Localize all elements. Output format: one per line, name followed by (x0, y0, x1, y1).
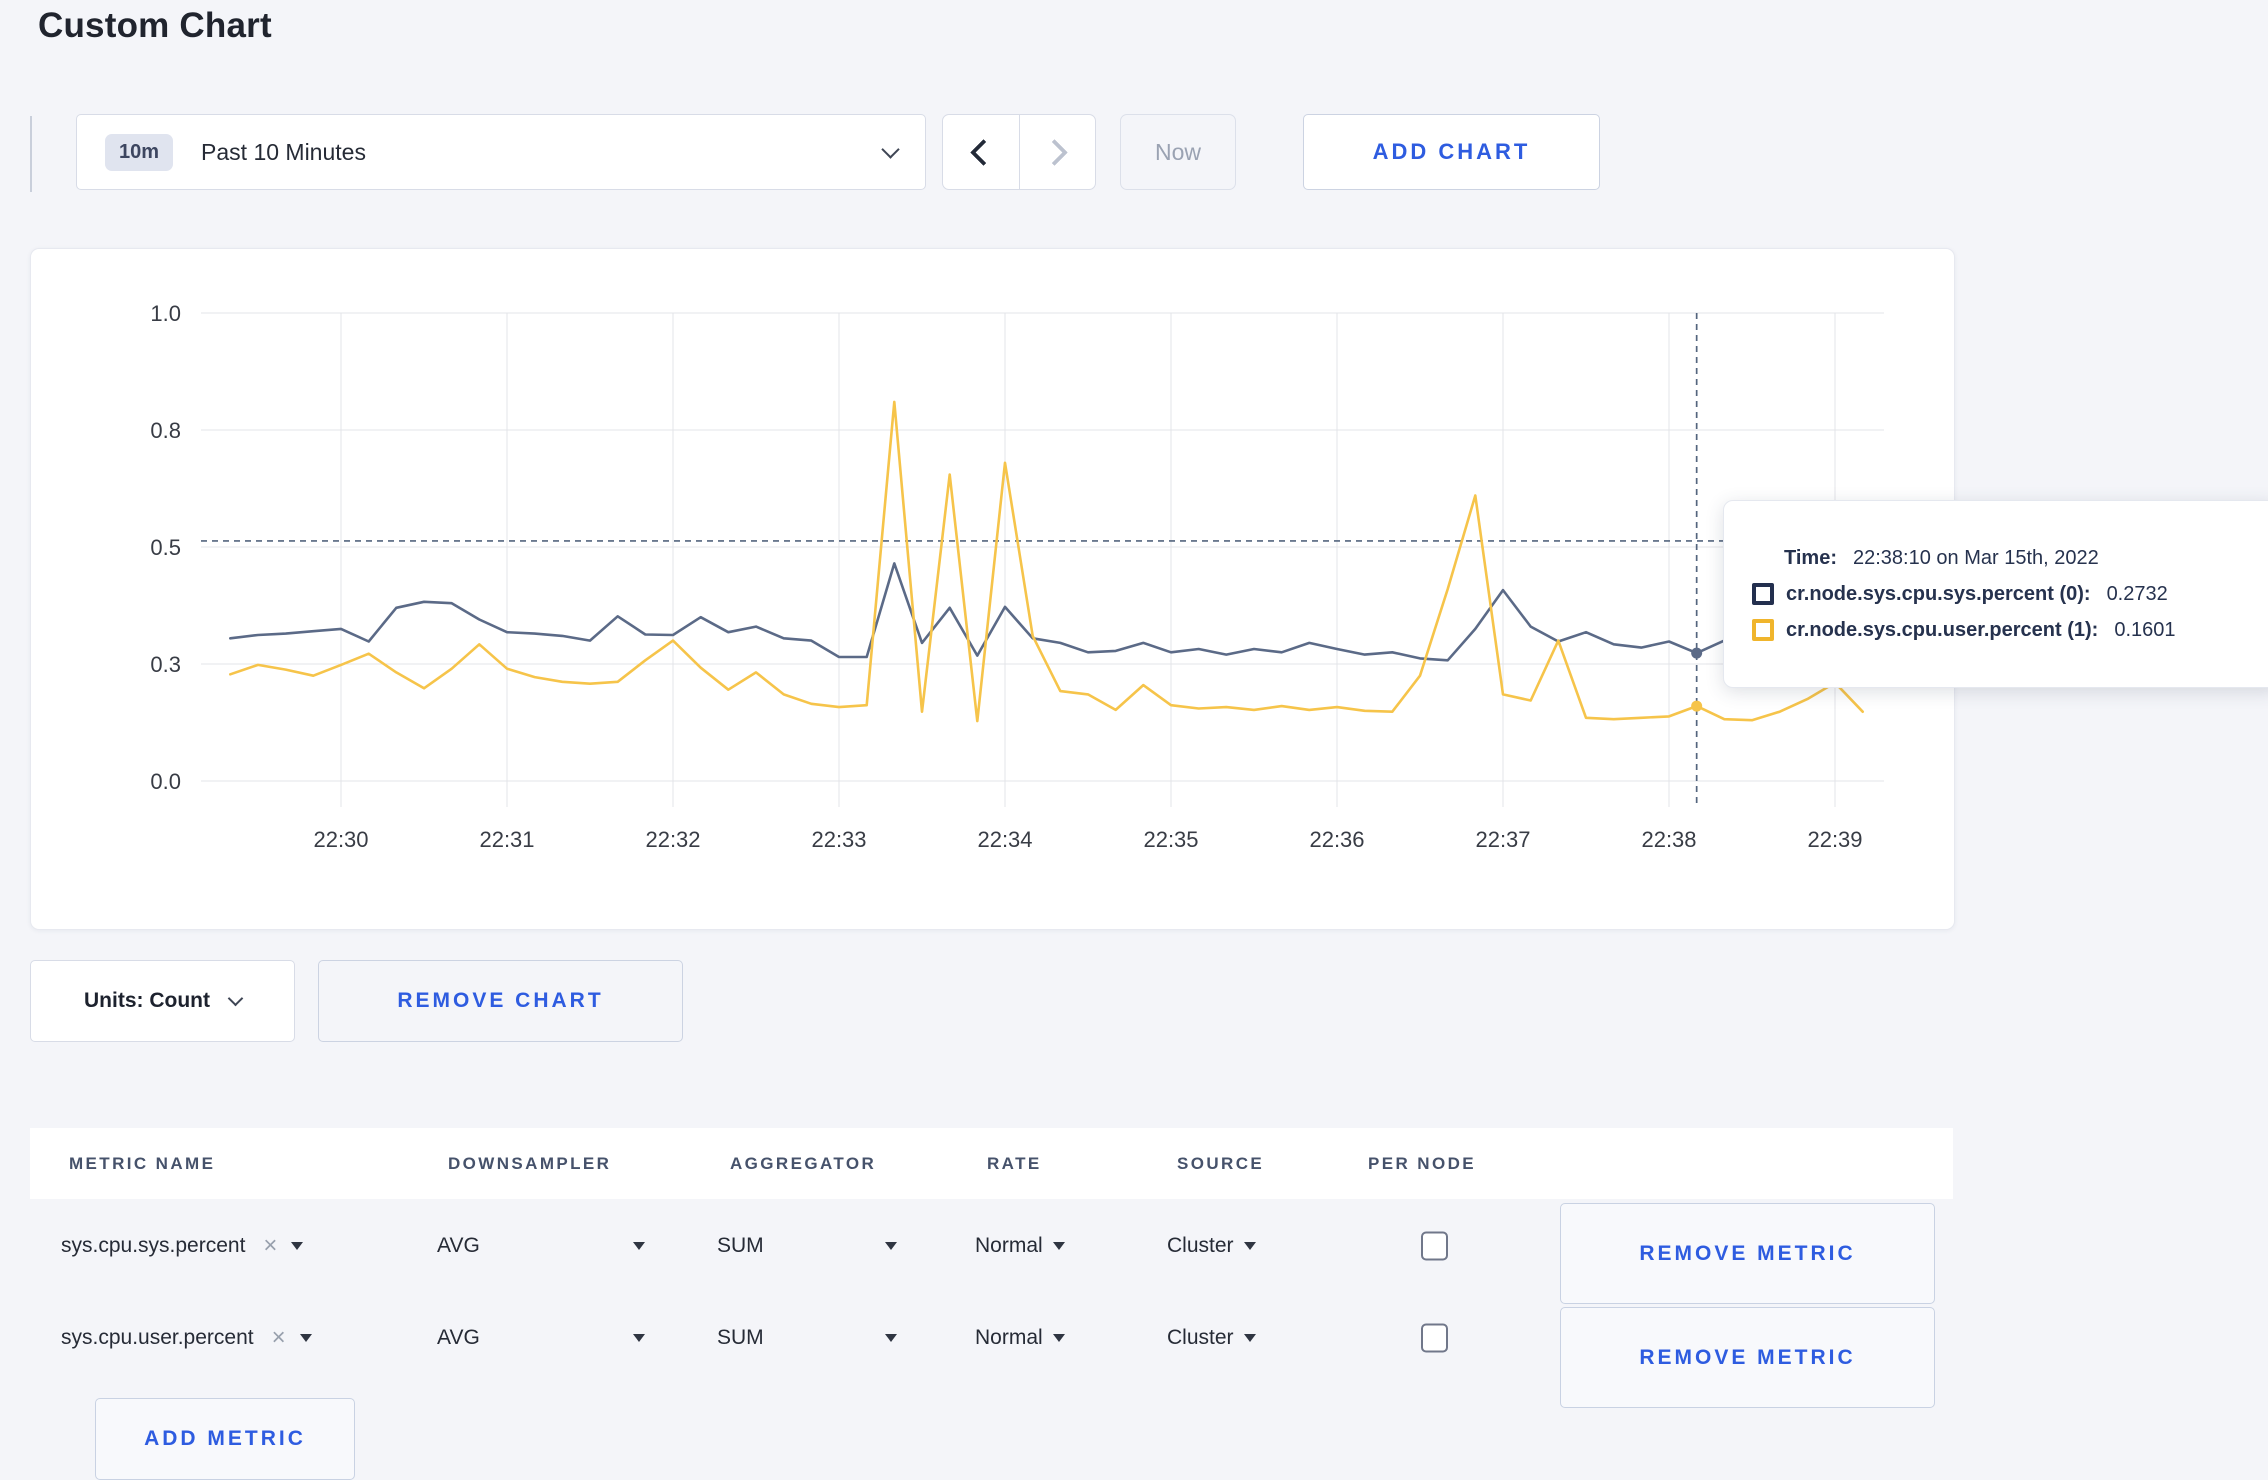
source-value: Cluster (1167, 1234, 1234, 1257)
caret-down-icon (1243, 1242, 1256, 1250)
rate-select[interactable]: Normal (975, 1326, 1065, 1350)
remove-chart-button[interactable]: REMOVE CHART (318, 960, 683, 1042)
caret-down-icon (1243, 1334, 1256, 1342)
chevron-right-icon (1040, 138, 1068, 166)
series-sys-legend-swatch-icon (1752, 583, 1774, 605)
aggregator-select[interactable]: SUM (717, 1326, 764, 1350)
per-node-checkbox[interactable] (1421, 1231, 1448, 1261)
downsampler-select[interactable]: AVG (437, 1234, 480, 1258)
time-pager (942, 114, 1096, 190)
caret-down-icon (885, 1334, 897, 1342)
chevron-down-icon (227, 990, 244, 1006)
downsampler-select[interactable]: AVG (437, 1326, 480, 1350)
tooltip-series-sys-value: 0.2732 (2106, 582, 2168, 605)
column-aggregator: AGGREGATOR (730, 1153, 877, 1173)
aggregator-value: SUM (717, 1234, 764, 1257)
column-metric-name: METRIC NAME (69, 1153, 216, 1173)
chevron-left-icon (970, 138, 998, 166)
chart-tooltip: Time: 22:38:10 on Mar 15th, 2022 cr.node… (1723, 500, 2268, 688)
add-chart-button[interactable]: ADD CHART (1303, 114, 1600, 190)
downsampler-caret[interactable] (633, 1242, 645, 1250)
caret-down-icon (633, 1242, 645, 1250)
metric-name-select[interactable]: sys.cpu.user.percent × (61, 1326, 312, 1350)
column-downsampler: DOWNSAMPLER (448, 1153, 612, 1173)
series-line-cr.node.sys.cpu.user.percent (229, 400, 1864, 723)
aggregator-caret[interactable] (885, 1334, 897, 1342)
units-label: Units: Count (84, 989, 210, 1012)
column-source: SOURCE (1177, 1153, 1265, 1173)
next-time-button[interactable] (1018, 115, 1096, 189)
svg-text:0.3: 0.3 (150, 652, 181, 677)
crosshair-point (1691, 700, 1703, 712)
downsampler-value: AVG (437, 1326, 480, 1349)
metric-name-select[interactable]: sys.cpu.sys.percent × (61, 1234, 304, 1258)
source-value: Cluster (1167, 1326, 1234, 1349)
caret-down-icon (291, 1242, 304, 1250)
downsampler-value: AVG (437, 1234, 480, 1257)
caret-down-icon (633, 1334, 645, 1342)
caret-down-icon (1052, 1242, 1065, 1250)
per-node-checkbox[interactable] (1421, 1323, 1448, 1353)
svg-text:22:33: 22:33 (811, 827, 866, 852)
series-line-cr.node.sys.cpu.sys.percent (229, 562, 1864, 662)
svg-text:22:38: 22:38 (1641, 827, 1696, 852)
caret-down-icon (299, 1334, 312, 1342)
svg-text:1.0: 1.0 (150, 301, 181, 326)
svg-text:22:35: 22:35 (1143, 827, 1198, 852)
page-title: Custom Chart (38, 6, 272, 45)
svg-text:0.5: 0.5 (150, 535, 181, 560)
cpu-usage-chart[interactable]: 1.0 0.8 0.5 0.3 0.0 22:30 22:31 22:32 22:33 22:34… (31, 249, 1954, 929)
source-select[interactable]: Cluster (1167, 1234, 1256, 1258)
svg-text:22:39: 22:39 (1807, 827, 1862, 852)
tooltip-time-value: 22:38:10 on Mar 15th, 2022 (1852, 546, 2099, 569)
downsampler-caret[interactable] (633, 1334, 645, 1342)
series-user-legend-swatch-icon (1752, 619, 1774, 641)
crosshair-point (1691, 647, 1703, 659)
caret-down-icon (1052, 1334, 1065, 1342)
rate-select[interactable]: Normal (975, 1234, 1065, 1258)
metrics-table-header: METRIC NAME DOWNSAMPLER AGGREGATOR RATE … (30, 1128, 1953, 1199)
toolbar-divider (30, 116, 32, 192)
svg-text:0.0: 0.0 (150, 769, 181, 794)
units-dropdown[interactable]: Units: Count (30, 960, 295, 1042)
tooltip-series-user-name: cr.node.sys.cpu.user.percent (1): (1786, 618, 2099, 641)
tooltip-series-user-value: 0.1601 (2114, 618, 2176, 641)
column-rate: RATE (987, 1153, 1042, 1173)
chevron-down-icon (881, 139, 900, 159)
svg-text:22:30: 22:30 (313, 827, 368, 852)
aggregator-select[interactable]: SUM (717, 1234, 764, 1258)
svg-text:22:36: 22:36 (1309, 827, 1364, 852)
svg-text:22:37: 22:37 (1475, 827, 1530, 852)
svg-text:0.8: 0.8 (150, 418, 181, 443)
chart-card: 1.0 0.8 0.5 0.3 0.0 22:30 22:31 22:32 22:33 22:34… (30, 248, 1955, 930)
caret-down-icon (885, 1242, 897, 1250)
svg-text:22:31: 22:31 (479, 827, 534, 852)
prev-time-button[interactable] (943, 115, 1019, 189)
remove-metric-button[interactable]: REMOVE METRIC (1560, 1203, 1935, 1304)
remove-metric-button[interactable]: REMOVE METRIC (1560, 1307, 1935, 1408)
close-icon[interactable]: × (263, 1234, 277, 1258)
metric-name-value: sys.cpu.sys.percent (61, 1234, 246, 1257)
column-per-node: PER NODE (1368, 1153, 1476, 1173)
aggregator-value: SUM (717, 1326, 764, 1349)
source-select[interactable]: Cluster (1167, 1326, 1256, 1350)
time-range-label: Past 10 Minutes (201, 138, 366, 165)
rate-value: Normal (975, 1326, 1043, 1349)
add-metric-button[interactable]: ADD METRIC (95, 1398, 355, 1480)
time-range-badge: 10m (105, 133, 174, 171)
tooltip-time-label: Time: (1784, 546, 1837, 569)
metric-name-value: sys.cpu.user.percent (61, 1326, 254, 1349)
aggregator-caret[interactable] (885, 1242, 897, 1250)
time-range-dropdown[interactable]: 10m Past 10 Minutes (76, 114, 926, 190)
svg-text:22:32: 22:32 (645, 827, 700, 852)
tooltip-series-sys-name: cr.node.sys.cpu.sys.percent (0): (1786, 582, 2091, 605)
svg-text:22:34: 22:34 (977, 827, 1032, 852)
close-icon[interactable]: × (272, 1326, 286, 1350)
now-button[interactable]: Now (1120, 114, 1236, 190)
rate-value: Normal (975, 1234, 1043, 1257)
